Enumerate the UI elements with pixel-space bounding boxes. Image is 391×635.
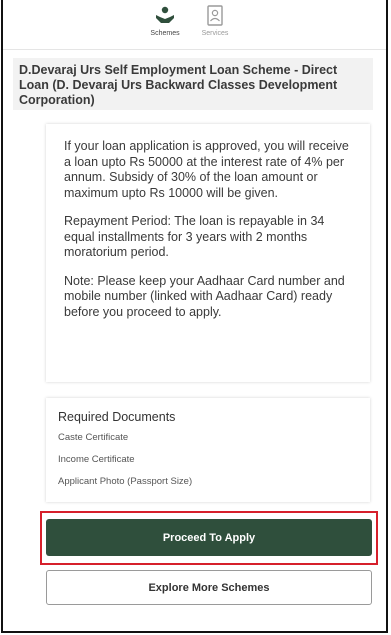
repayment-text: Repayment Period: The loan is repayable … <box>64 214 325 259</box>
nav-label: Services <box>201 30 229 37</box>
nav-label: Schemes <box>150 30 180 37</box>
app-frame: Schemes Services D.Devaraj Urs Self Empl… <box>1 0 388 633</box>
document-item: Income Certificate <box>58 454 135 465</box>
scheme-info-card: If your loan application is approved, yo… <box>46 124 370 382</box>
document-item: Caste Certificate <box>58 432 129 443</box>
hand-heart-icon <box>156 6 174 23</box>
proceed-to-apply-button[interactable]: Proceed To Apply <box>46 519 372 556</box>
documents-title: Required Documents <box>58 410 176 424</box>
top-navigation: Schemes Services <box>3 0 386 50</box>
id-card-icon <box>207 5 223 26</box>
note-text: Note: Please keep your Aadhaar Card numb… <box>64 273 345 319</box>
document-item: Applicant Photo (Passport Size) <box>58 476 193 487</box>
loan-details-text: If your loan application is approved, yo… <box>64 139 349 200</box>
required-documents-card: Required Documents Caste Certificate Inc… <box>46 398 370 502</box>
scheme-title: D.Devaraj Urs Self Employment Loan Schem… <box>13 58 373 110</box>
explore-more-schemes-button[interactable]: Explore More Schemes <box>46 570 372 605</box>
nav-item-services[interactable]: Services <box>185 4 245 37</box>
